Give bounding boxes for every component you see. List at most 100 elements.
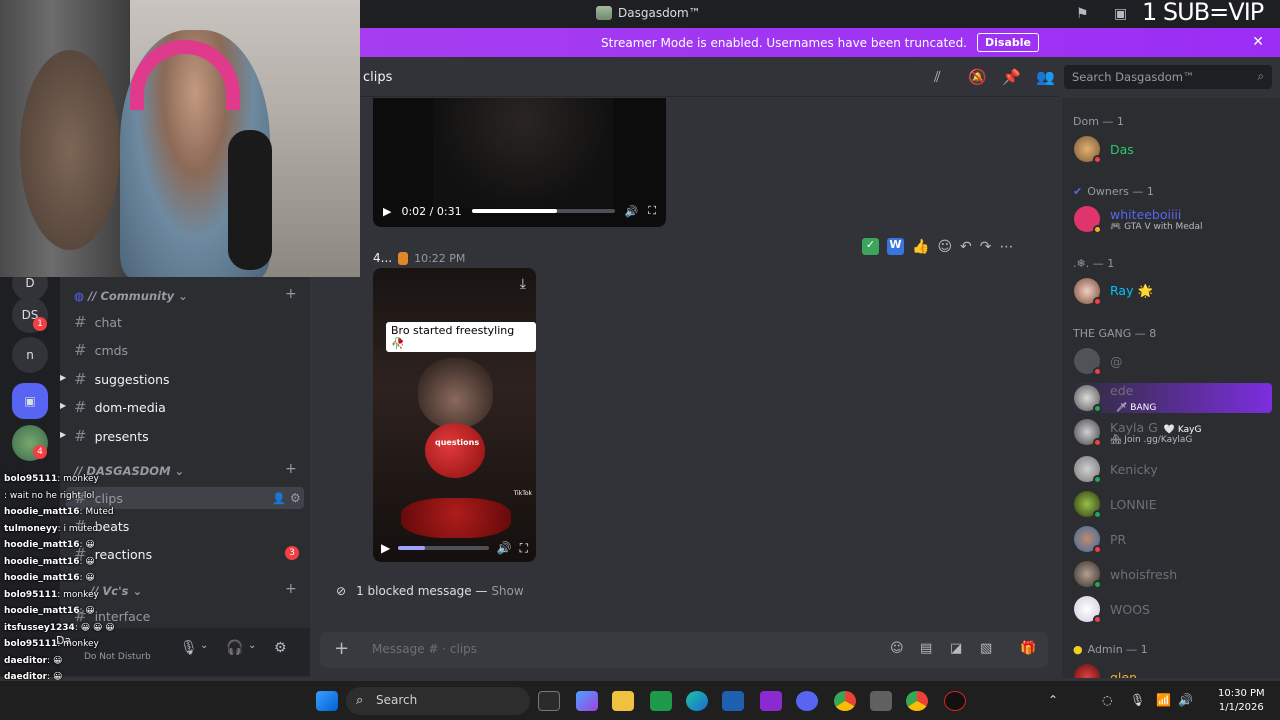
threads-icon[interactable]: ⫽ — [934, 68, 941, 86]
video-progress-bar[interactable] — [398, 546, 489, 550]
volume-icon[interactable]: 🔊 — [625, 205, 639, 218]
avatar — [1074, 526, 1102, 554]
reply-icon[interactable]: ↶ — [960, 239, 972, 255]
emoji-icon[interactable]: ☺ — [890, 641, 904, 656]
member-item[interactable]: Ray 🌟 — [1074, 278, 1153, 306]
member-item[interactable]: Kayla G 🤍 KayG 🏘 Join .gg/KaylaG — [1074, 419, 1201, 447]
stream-chat-overlay: bolo95111: monkey: wait no he right lol h… — [0, 470, 160, 710]
member-item[interactable]: glen — [1074, 664, 1137, 678]
settings-icon[interactable] — [870, 691, 892, 711]
disable-button[interactable]: Disable — [977, 33, 1039, 52]
chrome-icon[interactable] — [906, 691, 928, 711]
obs-icon[interactable] — [944, 691, 966, 711]
chevron-down-icon[interactable]: ⌄ — [248, 640, 256, 651]
member-item[interactable]: whiteeboiiii 🎮 GTA V with Medal — [1074, 206, 1203, 234]
message-composer[interactable]: + Message # · clips ☺ ▤ ◪ ▧ 🎁 — [320, 632, 1048, 668]
xbox-icon[interactable] — [650, 691, 672, 711]
clock[interactable]: 10:30 PM 1/1/2026 — [1218, 687, 1265, 715]
search-input[interactable]: Search Dasgasdom™ ⌕ — [1064, 65, 1272, 89]
message-timestamp: 10:22 PM — [414, 251, 466, 265]
screen-icon[interactable]: ▣ — [1114, 6, 1130, 22]
member-item[interactable]: whoisfresh — [1074, 561, 1177, 589]
category-community[interactable]: ◍ // Community ⌄ — [74, 289, 188, 303]
add-channel-icon[interactable]: + — [285, 581, 297, 597]
member-item[interactable]: Kenicky — [1074, 456, 1158, 484]
message-list[interactable]: ▶ 0:02 / 0:31 🔊 ⛶ 4... 10:22 PM ✓ W 👍 ☺ … — [360, 98, 1060, 570]
windows-start-icon[interactable] — [316, 691, 338, 711]
add-channel-icon[interactable]: + — [285, 461, 297, 477]
close-icon[interactable]: ✕ — [1252, 34, 1264, 50]
tiktok-video-attachment[interactable]: ⤓ Bro started freestyling 🥀 questions Ti… — [373, 268, 536, 562]
notification-mute-icon[interactable]: 🔕 — [968, 68, 987, 86]
member-item[interactable]: Das — [1074, 136, 1134, 164]
member-item[interactable]: @ — [1074, 348, 1123, 376]
member-list-icon[interactable]: 👥 — [1036, 68, 1055, 86]
microphone-icon[interactable]: 🎙 — [1130, 693, 1145, 707]
video-attachment[interactable]: ▶ 0:02 / 0:31 🔊 ⛶ — [373, 98, 666, 227]
file-explorer-icon[interactable] — [612, 691, 634, 711]
volume-icon[interactable]: 🔊 — [1178, 693, 1193, 707]
chevron-down-icon[interactable]: ⌄ — [200, 640, 208, 651]
image-icon[interactable]: ▧ — [980, 641, 992, 656]
verified-icon: ✔ — [1073, 185, 1083, 198]
microphone-icon[interactable]: 🎙 — [180, 640, 198, 656]
channel-cmds[interactable]: # cmds — [74, 341, 128, 359]
member-item[interactable]: ede 🗡 BANG — [1064, 383, 1272, 413]
headphones-icon[interactable]: 🎧 — [226, 640, 243, 656]
channel-chat[interactable]: # chat — [74, 313, 122, 331]
avatar — [1074, 456, 1102, 484]
add-reaction-icon[interactable]: ☺ — [937, 239, 952, 255]
channel-presents[interactable]: # presents — [74, 427, 149, 445]
show-link[interactable]: Show — [491, 584, 523, 598]
thumbs-up-icon[interactable]: 👍 — [912, 239, 929, 255]
gif-icon[interactable]: ▤ — [920, 641, 932, 656]
fullscreen-icon[interactable]: ⛶ — [648, 204, 656, 218]
network-icon[interactable]: 📶 — [1156, 693, 1171, 707]
folder-icon[interactable]: ▣ — [12, 383, 48, 419]
gear-icon[interactable]: ⚙ — [290, 491, 301, 505]
member-item[interactable]: PR — [1074, 526, 1126, 554]
wifi-icon[interactable]: ◌ — [1102, 693, 1112, 707]
play-icon[interactable]: ▶ — [383, 205, 391, 218]
add-channel-icon[interactable]: + — [285, 286, 297, 302]
play-icon[interactable]: ▶ — [381, 541, 390, 555]
edge-icon[interactable] — [686, 691, 708, 711]
chat-message: tulmoneyy: i muted — [4, 523, 99, 534]
more-icon[interactable]: ⋯ — [1000, 239, 1014, 255]
blocked-message: ⊘ 1 blocked message — Show — [336, 584, 524, 598]
tiktok-logo-icon: TikTok — [513, 490, 532, 497]
unread-badge: 1 — [33, 317, 47, 331]
pin-icon[interactable]: 📌 — [1002, 68, 1021, 86]
server-icon[interactable]: n — [12, 337, 48, 373]
forward-icon[interactable]: ↷ — [980, 239, 992, 255]
check-reaction-icon[interactable]: ✓ — [862, 238, 879, 255]
member-item[interactable]: WOOS — [1074, 596, 1150, 624]
member-item[interactable]: LONNIE — [1074, 491, 1157, 519]
invite-icon[interactable]: 👤 — [272, 492, 286, 505]
taskbar-search[interactable]: ⌕ Search — [346, 687, 530, 715]
task-view-icon[interactable] — [538, 691, 560, 711]
discord-icon[interactable] — [796, 691, 818, 711]
store-icon[interactable] — [722, 691, 744, 711]
channel-dom-media[interactable]: # dom-media — [74, 398, 166, 416]
message-input[interactable]: Message # · clips — [372, 642, 477, 656]
fullscreen-icon[interactable]: ⛶ — [520, 541, 528, 556]
inbox-icon[interactable]: ⚑ — [1076, 6, 1092, 22]
chrome-icon[interactable] — [834, 691, 856, 711]
message-author[interactable]: 4... — [373, 251, 392, 265]
w-reaction-icon[interactable]: W — [887, 238, 904, 255]
download-icon[interactable]: ⤓ — [520, 276, 526, 292]
copilot-icon[interactable] — [576, 691, 598, 711]
channel-suggestions[interactable]: # suggestions — [74, 370, 170, 388]
volume-icon[interactable]: 🔊 — [497, 541, 512, 555]
member-group: ● Admin — 1 — [1073, 643, 1148, 656]
app-icon[interactable] — [760, 691, 782, 711]
chevron-up-icon[interactable]: ⌃ — [1048, 693, 1058, 707]
sticker-icon[interactable]: ◪ — [950, 641, 962, 656]
avatar — [1074, 136, 1102, 164]
microphone — [228, 130, 272, 270]
video-progress-bar[interactable] — [471, 209, 615, 213]
gift-icon[interactable]: 🎁 — [1020, 641, 1036, 656]
settings-icon[interactable]: ⚙ — [274, 640, 287, 656]
add-attachment-icon[interactable]: + — [334, 638, 349, 659]
